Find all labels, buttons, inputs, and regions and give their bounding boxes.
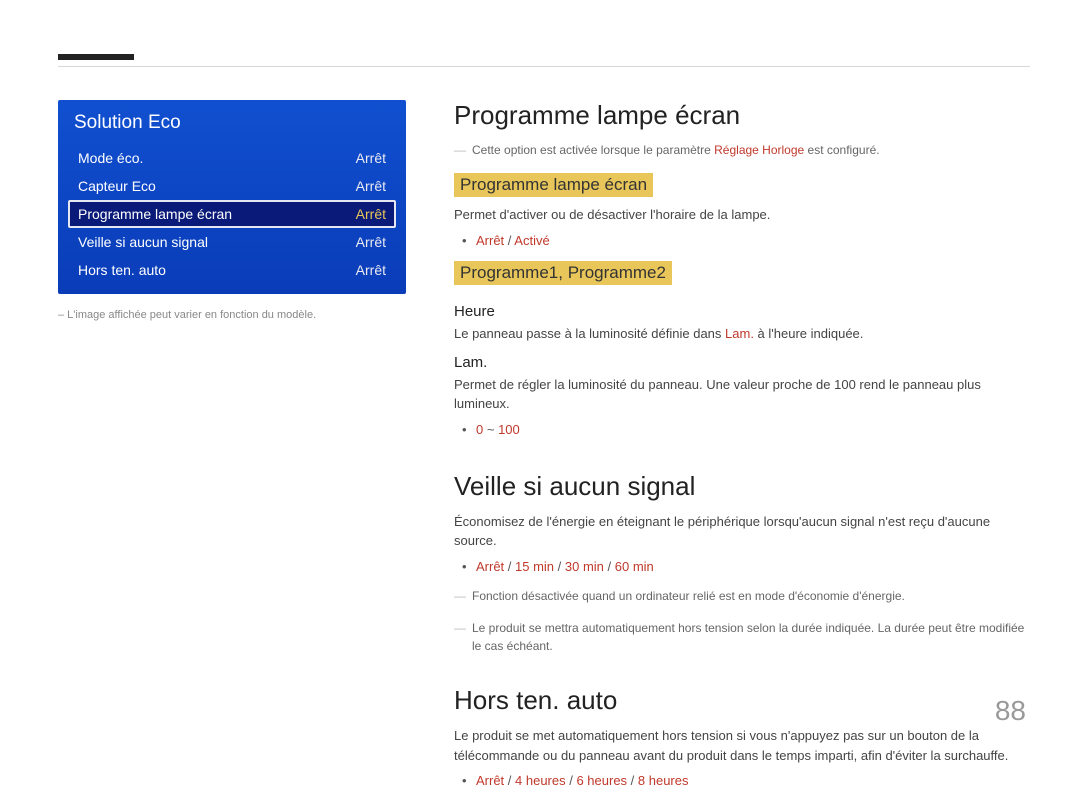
- desc-hors-ten: Le produit se met automatiquement hors t…: [454, 726, 1030, 765]
- menu-row-label: Capteur Eco: [78, 178, 156, 194]
- note-veille-2: Le produit se mettra automatiquement hor…: [454, 619, 1030, 655]
- section-title-veille: Veille si aucun signal: [454, 471, 1030, 502]
- menu-row-programme-lampe[interactable]: Programme lampe écran Arrêt: [68, 200, 396, 228]
- menu-row-label: Hors ten. auto: [78, 262, 166, 278]
- section-title-programme: Programme lampe écran: [454, 100, 1030, 131]
- menu-row-value: Arrêt: [356, 234, 386, 250]
- menu-row-veille[interactable]: Veille si aucun signal Arrêt: [68, 228, 396, 256]
- desc-lam: Permet de régler la luminosité du pannea…: [454, 375, 1030, 414]
- subsection-programme12: Programme1, Programme2: [454, 261, 672, 285]
- menu-row-value: Arrêt: [356, 206, 386, 222]
- sub-lam: Lam.: [454, 354, 1030, 371]
- note-clock-config: Cette option est activée lorsque le para…: [454, 141, 1030, 159]
- header-rule: [58, 66, 1030, 67]
- subsection-programme-lampe: Programme lampe écran: [454, 173, 653, 197]
- menu-title: Solution Eco: [68, 112, 396, 144]
- header-mark: [58, 54, 134, 60]
- menu-row-value: Arrêt: [356, 150, 386, 166]
- menu-row-value: Arrêt: [356, 178, 386, 194]
- menu-row-capteur-eco[interactable]: Capteur Eco Arrêt: [68, 172, 396, 200]
- eco-menu-card: Solution Eco Mode éco. Arrêt Capteur Eco…: [58, 100, 406, 294]
- options-veille: Arrêt / 15 min / 30 min / 60 min: [454, 557, 1030, 578]
- section-title-hors-ten: Hors ten. auto: [454, 685, 1030, 716]
- menu-row-mode-eco[interactable]: Mode éco. Arrêt: [68, 144, 396, 172]
- options-lam: 0 ~ 100: [454, 420, 1030, 441]
- desc-veille: Économisez de l'énergie en éteignant le …: [454, 512, 1030, 551]
- menu-row-value: Arrêt: [356, 262, 386, 278]
- sub-heure: Heure: [454, 303, 1030, 320]
- desc-heure: Le panneau passe à la luminosité définie…: [454, 324, 1030, 344]
- menu-row-label: Programme lampe écran: [78, 206, 232, 222]
- menu-footnote: – L'image affichée peut varier en foncti…: [58, 308, 406, 323]
- menu-row-label: Mode éco.: [78, 150, 143, 166]
- options-hors-ten: Arrêt / 4 heures / 6 heures / 8 heures: [454, 771, 1030, 792]
- menu-row-hors-ten[interactable]: Hors ten. auto Arrêt: [68, 256, 396, 284]
- menu-row-label: Veille si aucun signal: [78, 234, 208, 250]
- options-programme-lampe: Arrêt / Activé: [454, 231, 1030, 252]
- page-number: 88: [995, 695, 1026, 727]
- note-veille-1: Fonction désactivée quand un ordinateur …: [454, 587, 1030, 605]
- desc-programme-lampe: Permet d'activer ou de désactiver l'hora…: [454, 205, 1030, 225]
